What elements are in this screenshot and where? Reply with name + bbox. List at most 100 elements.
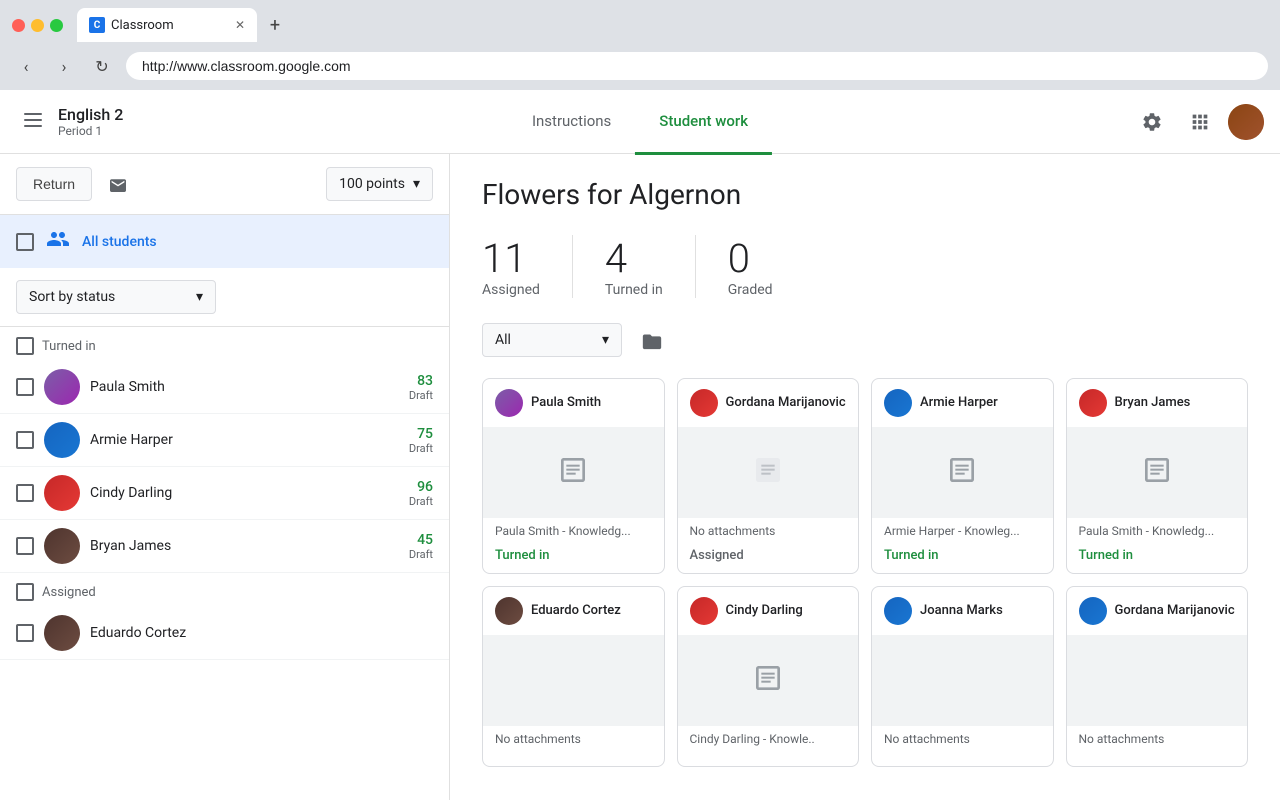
card-thumbnail — [1067, 428, 1248, 518]
card-status — [872, 752, 1053, 766]
student-name: Armie Harper — [90, 432, 399, 448]
sort-dropdown[interactable]: Sort by status ▾ — [16, 280, 216, 314]
student-card[interactable]: Gordana Marijanovic No attachments Assig… — [677, 378, 860, 574]
student-checkbox[interactable] — [16, 431, 34, 449]
student-card[interactable]: Eduardo Cortez No attachments — [482, 586, 665, 767]
student-card[interactable]: Paula Smith Paula Smith - Knowledg... Tu… — [482, 378, 665, 574]
tab-close-button[interactable]: ✕ — [235, 18, 245, 32]
turned-in-checkbox[interactable] — [16, 337, 34, 355]
student-row[interactable]: Cindy Darling 96 Draft — [0, 467, 449, 520]
student-checkbox[interactable] — [16, 484, 34, 502]
apps-grid-icon[interactable] — [1180, 102, 1220, 142]
new-tab-button[interactable]: + — [261, 11, 289, 39]
sort-row: Sort by status ▾ — [0, 268, 449, 327]
turned-in-count: 4 — [605, 235, 627, 282]
student-row[interactable]: Bryan James 45 Draft — [0, 520, 449, 573]
doc-icon — [752, 662, 784, 701]
browser-address-bar: ‹ › ↻ — [0, 42, 1280, 90]
card-thumbnail — [678, 636, 859, 726]
menu-icon[interactable] — [16, 105, 50, 139]
browser-tab[interactable]: C Classroom ✕ — [77, 8, 257, 42]
doc-icon — [946, 454, 978, 493]
card-header: Eduardo Cortez — [483, 587, 664, 636]
student-grade: 75 Draft — [409, 426, 433, 455]
student-card[interactable]: Gordana Marijanovic No attachments — [1066, 586, 1249, 767]
folder-icon[interactable] — [634, 322, 670, 358]
card-avatar — [495, 597, 523, 625]
card-status: Turned in — [872, 544, 1053, 573]
card-name: Eduardo Cortez — [531, 603, 621, 619]
reload-button[interactable]: ↻ — [88, 52, 116, 80]
student-row[interactable]: Paula Smith 83 Draft — [0, 361, 449, 414]
student-name: Bryan James — [90, 538, 399, 554]
close-dot[interactable] — [12, 19, 25, 32]
card-name: Bryan James — [1115, 395, 1191, 411]
card-header: Armie Harper — [872, 379, 1053, 428]
card-thumbnail — [872, 636, 1053, 726]
card-name: Gordana Marijanovic — [726, 395, 846, 411]
browser-dots — [12, 19, 63, 32]
assignment-title: Flowers for Algernon — [482, 178, 1248, 211]
points-dropdown[interactable]: 100 points ▾ — [326, 167, 433, 201]
card-header: Bryan James — [1067, 379, 1248, 428]
student-checkbox[interactable] — [16, 378, 34, 396]
forward-button[interactable]: › — [50, 52, 78, 80]
student-card[interactable]: Armie Harper Armie Harper - Knowleg... T… — [871, 378, 1054, 574]
turned-in-stat: 4 Turned in — [605, 235, 696, 298]
assigned-label: Assigned — [42, 585, 96, 600]
card-status: Assigned — [678, 544, 859, 573]
turned-in-students: Paula Smith 83 Draft Armie Harper 75 Dra… — [0, 361, 449, 573]
filter-row: All ▾ — [482, 322, 1248, 358]
tab-label: Classroom — [111, 18, 174, 33]
all-students-checkbox[interactable] — [16, 233, 34, 251]
card-file-name: No attachments — [678, 518, 859, 544]
student-avatar — [44, 422, 80, 458]
filter-dropdown[interactable]: All ▾ — [482, 323, 622, 357]
maximize-dot[interactable] — [50, 19, 63, 32]
student-grade: 96 Draft — [409, 479, 433, 508]
turned-in-section-header: Turned in — [0, 327, 449, 361]
card-file-name: Paula Smith - Knowledg... — [483, 518, 664, 544]
all-students-row[interactable]: All students — [0, 215, 449, 268]
doc-icon — [557, 454, 589, 493]
assigned-checkbox[interactable] — [16, 583, 34, 601]
settings-icon[interactable] — [1132, 102, 1172, 142]
nav-student-work[interactable]: Student work — [635, 91, 772, 155]
sidebar: Return 100 points ▾ All students — [0, 154, 450, 800]
student-checkbox[interactable] — [16, 537, 34, 555]
address-bar-input[interactable] — [126, 52, 1268, 80]
student-grade: 45 Draft — [409, 532, 433, 561]
turned-in-label: Turned in — [42, 339, 96, 354]
email-icon[interactable] — [100, 166, 136, 202]
card-header: Gordana Marijanovic — [1067, 587, 1248, 636]
minimize-dot[interactable] — [31, 19, 44, 32]
header-actions — [1132, 102, 1264, 142]
return-button[interactable]: Return — [16, 167, 92, 201]
student-card[interactable]: Bryan James Paula Smith - Knowledg... Tu… — [1066, 378, 1249, 574]
header-nav: Instructions Student work — [508, 90, 772, 154]
student-row[interactable]: Armie Harper 75 Draft — [0, 414, 449, 467]
student-card[interactable]: Joanna Marks No attachments — [871, 586, 1054, 767]
sidebar-toolbar: Return 100 points ▾ — [0, 154, 449, 215]
student-checkbox[interactable] — [16, 624, 34, 642]
card-status — [1067, 752, 1248, 766]
points-chevron-icon: ▾ — [413, 176, 420, 192]
student-avatar — [44, 615, 80, 651]
graded-count: 0 — [728, 235, 750, 282]
user-avatar[interactable] — [1228, 104, 1264, 140]
card-name: Paula Smith — [531, 395, 601, 411]
filter-value: All — [495, 332, 511, 348]
student-name: Paula Smith — [90, 379, 399, 395]
student-avatar — [44, 369, 80, 405]
back-button[interactable]: ‹ — [12, 52, 40, 80]
card-name: Gordana Marijanovic — [1115, 603, 1235, 619]
student-card[interactable]: Cindy Darling Cindy Darling - Knowle.. — [677, 586, 860, 767]
student-name: Cindy Darling — [90, 485, 399, 501]
nav-instructions[interactable]: Instructions — [508, 91, 635, 155]
card-avatar — [1079, 597, 1107, 625]
student-row[interactable]: Eduardo Cortez — [0, 607, 449, 660]
doc-icon — [1141, 454, 1173, 493]
classroom-tab-icon: C — [89, 17, 105, 33]
sort-label: Sort by status — [29, 289, 115, 305]
card-file-name: No attachments — [1067, 726, 1248, 752]
